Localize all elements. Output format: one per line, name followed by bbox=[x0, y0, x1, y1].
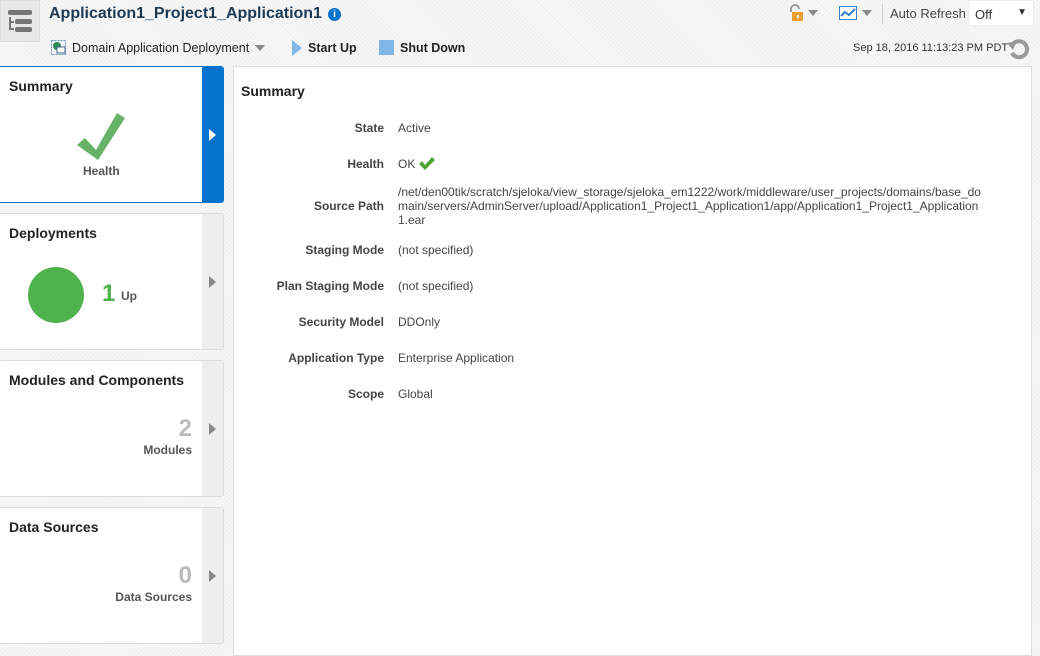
data-sources-count: 0 bbox=[178, 562, 192, 589]
target-menu[interactable]: Domain Application Deployment bbox=[51, 40, 266, 55]
data-sources-label: Data Sources bbox=[115, 590, 192, 604]
application-type-row: Application Type Enterprise Application bbox=[234, 351, 1024, 365]
divider bbox=[882, 4, 883, 24]
chevron-right-icon bbox=[209, 569, 216, 582]
expand-button[interactable] bbox=[202, 361, 223, 496]
field-value: DDOnly bbox=[398, 315, 441, 329]
summary-panel: Summary State Active Health OK Source Path… bbox=[233, 66, 1032, 656]
field-value: Global bbox=[398, 387, 433, 401]
expand-button[interactable] bbox=[202, 67, 223, 202]
health-label: Health bbox=[83, 164, 120, 178]
status-donut-chart bbox=[28, 267, 84, 323]
field-label: Health bbox=[347, 157, 384, 171]
card-title: Modules and Components bbox=[9, 372, 184, 388]
modules-card[interactable]: Modules and Components 2 Modules bbox=[0, 360, 224, 497]
timestamp: Sep 18, 2016 11:13:23 PM PDT bbox=[853, 42, 1009, 54]
play-icon bbox=[292, 40, 302, 56]
modules-label: Modules bbox=[143, 443, 192, 457]
checkmark-icon bbox=[77, 113, 125, 160]
expand-button[interactable] bbox=[202, 508, 223, 643]
title-text: Application1_Project1_Application1 bbox=[49, 5, 322, 22]
card-title: Summary bbox=[9, 78, 73, 94]
field-value: Active bbox=[398, 121, 431, 135]
field-label: State bbox=[354, 121, 384, 135]
field-label: Security Model bbox=[298, 315, 384, 329]
field-value: OK bbox=[398, 157, 416, 171]
modules-count: 2 bbox=[178, 415, 192, 442]
start-up-label: Start Up bbox=[308, 41, 357, 55]
chevron-down-icon bbox=[255, 44, 266, 51]
card-title: Deployments bbox=[9, 225, 97, 241]
page-title: Application1_Project1_Application1 i bbox=[49, 5, 341, 23]
field-value: (not specified) bbox=[398, 243, 474, 257]
auto-refresh-label: Auto Refresh bbox=[890, 6, 966, 21]
field-label: Staging Mode bbox=[305, 243, 384, 257]
summary-card[interactable]: Summary Health bbox=[0, 66, 224, 203]
security-menu[interactable] bbox=[788, 4, 818, 22]
field-label: Scope bbox=[347, 387, 384, 401]
start-up-button[interactable]: Start Up bbox=[292, 40, 357, 56]
field-value: Enterprise Application bbox=[398, 351, 515, 365]
security-model-row: Security Model DDOnly bbox=[234, 315, 1024, 329]
chart-icon bbox=[839, 6, 857, 20]
deployment-icon bbox=[51, 40, 66, 55]
target-menu-label: Domain Application Deployment bbox=[72, 40, 250, 55]
staging-mode-row: Staging Mode (not specified) bbox=[234, 243, 1024, 257]
checkmark-icon bbox=[419, 157, 436, 170]
field-value: /net/den00tik/scratch/sjeloka/view_stora… bbox=[398, 185, 981, 227]
tree-menu-icon bbox=[8, 10, 32, 32]
auto-refresh-value: Off bbox=[975, 7, 993, 22]
dropdown-arrow-icon: ▼ bbox=[1017, 7, 1027, 18]
panel-title: Summary bbox=[241, 83, 305, 99]
lock-icon bbox=[790, 4, 803, 21]
scope-row: Scope Global bbox=[234, 387, 1024, 401]
shut-down-button[interactable]: Shut Down bbox=[379, 40, 465, 55]
chevron-down-icon bbox=[862, 10, 872, 16]
source-path-row: Source Path/net/den00tik/scratch/sjeloka… bbox=[234, 185, 1024, 227]
chevron-right-icon bbox=[209, 275, 216, 288]
stop-icon bbox=[379, 40, 394, 55]
card-title: Data Sources bbox=[9, 519, 99, 535]
chevron-right-icon bbox=[209, 128, 216, 141]
plan-staging-mode-row: Plan Staging Mode (not specified) bbox=[234, 279, 1024, 293]
up-label: Up bbox=[121, 289, 137, 303]
field-value: (not specified) bbox=[398, 279, 474, 293]
auto-refresh-select[interactable]: Off ▼ bbox=[968, 0, 1034, 26]
chart-menu[interactable] bbox=[839, 6, 872, 20]
field-label: Plan Staging Mode bbox=[276, 279, 384, 293]
expand-button[interactable] bbox=[202, 214, 223, 349]
chevron-right-icon bbox=[209, 422, 216, 435]
navigation-menu-button[interactable] bbox=[0, 0, 40, 42]
health-row: Health OK bbox=[234, 155, 1024, 171]
up-count: 1 bbox=[102, 280, 116, 307]
chevron-down-icon bbox=[808, 10, 818, 16]
data-sources-card[interactable]: Data Sources 0 Data Sources bbox=[0, 507, 224, 644]
refresh-icon[interactable] bbox=[1007, 37, 1031, 61]
deployments-card[interactable]: Deployments 1 Up bbox=[0, 213, 224, 350]
field-label: Application Type bbox=[288, 351, 384, 365]
info-icon[interactable]: i bbox=[327, 7, 341, 21]
shut-down-label: Shut Down bbox=[400, 40, 466, 55]
state-row: State Active bbox=[234, 121, 1024, 135]
field-label: Source Path bbox=[313, 199, 384, 213]
